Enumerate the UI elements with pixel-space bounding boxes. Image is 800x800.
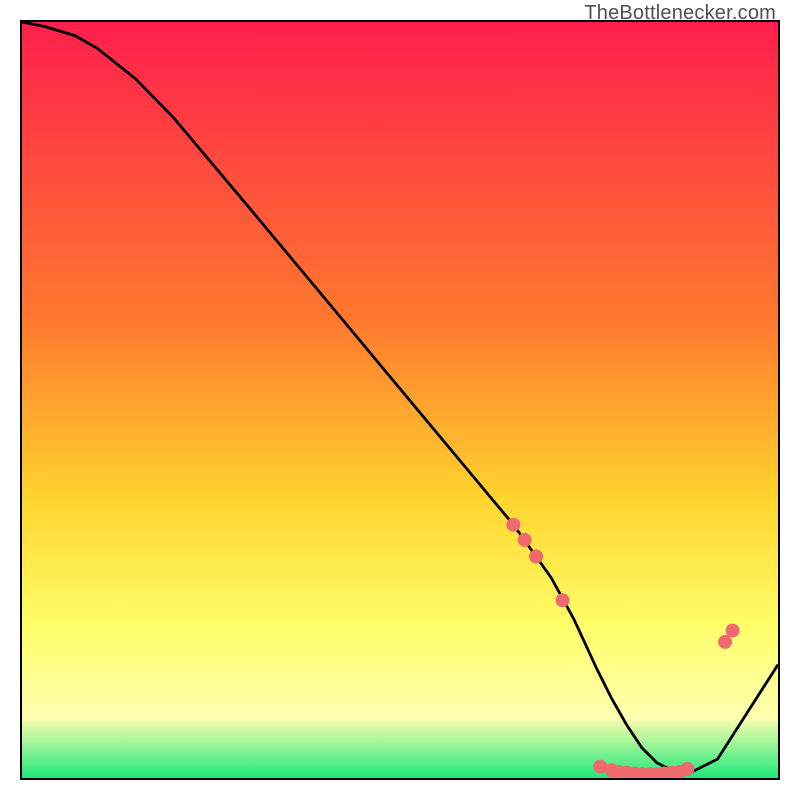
data-marker — [680, 762, 694, 776]
data-marker — [518, 533, 532, 547]
data-marker — [529, 550, 543, 564]
data-marker — [726, 624, 740, 638]
plot-svg — [22, 22, 778, 778]
plot-frame — [20, 20, 780, 780]
chart-container: TheBottlenecker.com — [0, 0, 800, 800]
heatmap-background — [22, 22, 778, 778]
data-marker — [506, 518, 520, 532]
data-marker — [556, 593, 570, 607]
